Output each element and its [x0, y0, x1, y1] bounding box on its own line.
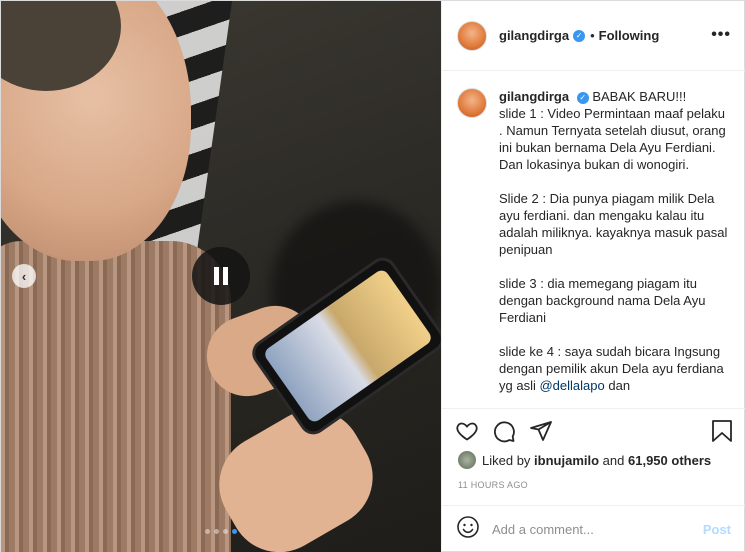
post-header: gilangdirga ✓ • Following •••	[442, 1, 745, 71]
likes-conjunction: and	[602, 452, 625, 468]
action-icons	[455, 419, 553, 443]
following-button[interactable]: Following	[599, 28, 660, 43]
caption-area: gilangdirga ✓ BABAK BARU!!! slide 1 : Vi…	[442, 72, 745, 408]
comment-box: Post	[442, 505, 745, 552]
separator: •	[590, 28, 595, 43]
share-icon[interactable]	[529, 419, 553, 443]
caption-line: BABAK BARU!!!	[592, 89, 687, 104]
avatar[interactable]	[458, 451, 476, 469]
more-options-icon[interactable]: •••	[711, 26, 731, 44]
instagram-post: ‹ gilangdirga ✓ • Following ••• gilangdi…	[0, 0, 745, 552]
emoji-icon[interactable]	[456, 515, 480, 544]
avatar[interactable]	[457, 88, 487, 118]
liker-username[interactable]: ibnujamilo	[534, 453, 599, 468]
slide-dot	[214, 529, 219, 534]
post-actions: Liked by ibnujamilo and 61,950 others 11…	[442, 408, 745, 512]
caption-line: slide 1 : Video Permintaan maaf pelaku .…	[499, 106, 730, 172]
likes-summary: Liked by ibnujamilo and 61,950 others	[458, 451, 711, 469]
likes-count[interactable]: 61,950 others	[628, 453, 711, 468]
mention-link[interactable]: @dellalapo	[539, 378, 604, 393]
pause-button[interactable]	[192, 247, 250, 305]
verified-badge-icon: ✓	[573, 29, 586, 42]
comment-icon[interactable]	[492, 419, 516, 443]
caption-line: Slide 2 : Dia punya piagam milik Dela ay…	[499, 191, 731, 257]
slide-dot	[205, 529, 210, 534]
verified-badge-icon: ✓	[576, 91, 589, 104]
caption-line: slide 3 : dia memegang piagam itu dengan…	[499, 276, 710, 325]
heart-icon[interactable]	[455, 419, 479, 443]
slide-dot-active	[232, 529, 237, 534]
post-media[interactable]: ‹	[1, 1, 441, 552]
bookmark-icon[interactable]	[711, 419, 733, 448]
caption-text: gilangdirga ✓ BABAK BARU!!! slide 1 : Vi…	[499, 88, 731, 394]
chevron-left-icon: ‹	[21, 268, 27, 284]
avatar[interactable]	[457, 20, 487, 51]
slide-indicator	[205, 529, 237, 534]
previous-slide-button[interactable]: ‹	[12, 264, 36, 288]
caption-line	[499, 258, 731, 275]
author-username[interactable]: gilangdirga	[499, 28, 569, 43]
caption-trailing: dan	[608, 378, 631, 393]
caption-author[interactable]: gilangdirga	[499, 89, 569, 104]
post-sidebar: gilangdirga ✓ • Following ••• gilangdirg…	[441, 1, 745, 552]
caption-line: slide ke 4 : saya sudah bicara Ingsung d…	[499, 343, 731, 394]
comment-input[interactable]	[492, 522, 692, 537]
post-comment-button[interactable]: Post	[703, 522, 731, 537]
caption-line	[499, 173, 731, 190]
caption-line	[499, 326, 731, 343]
post-timestamp[interactable]: 11 HOURS AGO	[458, 480, 528, 490]
slide-dot	[223, 529, 228, 534]
caption: gilangdirga ✓ BABAK BARU!!! slide 1 : Vi…	[457, 88, 731, 394]
pause-icon	[212, 267, 230, 285]
likes-prefix: Liked by	[482, 452, 531, 468]
